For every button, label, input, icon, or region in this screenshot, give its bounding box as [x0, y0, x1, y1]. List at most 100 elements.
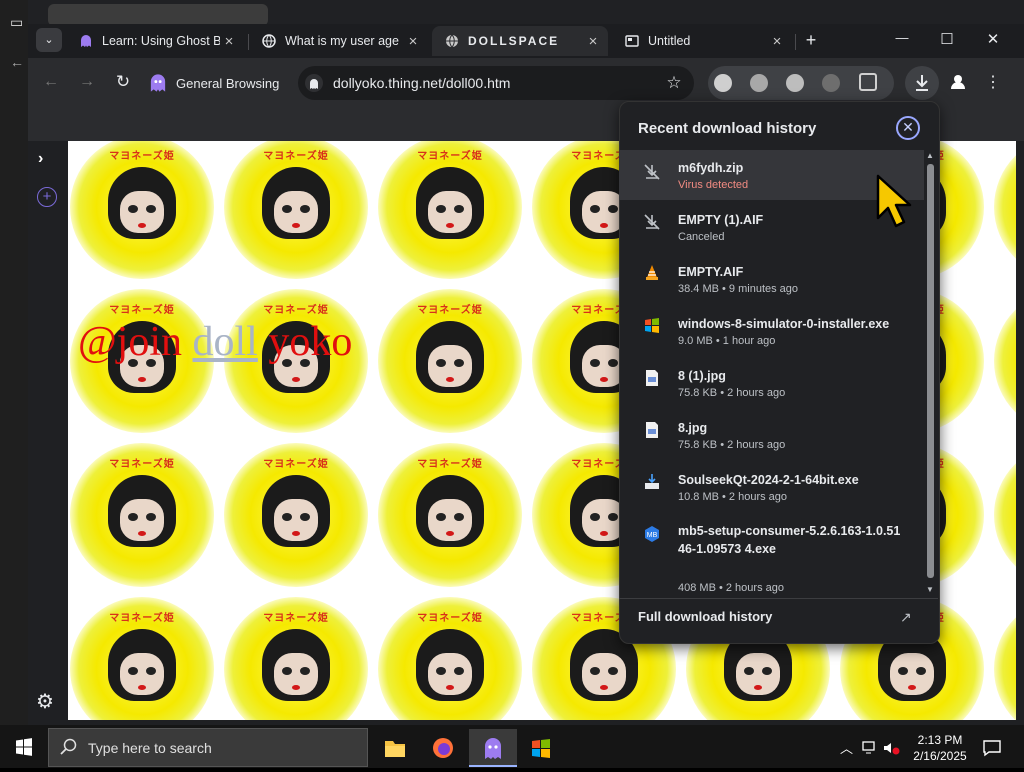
download-item[interactable]: MB mb5-setup-consumer-5.2.6.163-1.0.5146… [619, 514, 924, 598]
close-window-button[interactable]: ✕ [981, 30, 1005, 48]
extension-check-icon[interactable] [714, 74, 732, 92]
overlay-link-doll[interactable]: doll [193, 319, 258, 365]
mouse-cursor-icon [876, 174, 912, 235]
close-icon[interactable]: ✕ [896, 116, 920, 140]
network-icon[interactable] [862, 740, 880, 761]
tab-learn-ghost[interactable]: Learn: Using Ghost B × [66, 28, 244, 54]
doll-tile-image: マヨネーズ姫 [378, 289, 522, 433]
new-tab-button[interactable]: + [800, 30, 822, 51]
profile-icon[interactable] [948, 72, 968, 92]
download-name: mb5-setup-consumer-5.2.6.163-1.0.5146-1.… [678, 524, 901, 556]
reload-icon[interactable]: ↻ [112, 72, 134, 92]
download-status: 9.0 MB • 1 hour ago [678, 335, 776, 347]
search-icon [60, 738, 78, 761]
scroll-up-icon[interactable]: ▲ [926, 151, 934, 160]
windows-start-icon[interactable] [15, 738, 33, 761]
extension-puzzle-icon[interactable] [822, 74, 840, 92]
settings-gear-icon[interactable]: ⚙ [36, 689, 54, 714]
ghost-browser-taskbar-icon[interactable] [469, 729, 517, 767]
overlay-text-part: yoko [257, 319, 353, 365]
open-external-icon[interactable]: ↗ [900, 609, 912, 626]
download-name: EMPTY (1).AIF [678, 213, 764, 227]
ghost-icon [78, 33, 94, 49]
doll-tile-image: マヨネーズ姫 [378, 141, 522, 279]
download-item[interactable]: 8.jpg 75.8 KB • 2 hours ago [619, 410, 924, 460]
tab-user-agent[interactable]: What is my user age × [249, 28, 428, 54]
side-panel [28, 141, 68, 725]
tab-title: What is my user age [285, 34, 399, 48]
download-status: Virus detected [678, 179, 749, 191]
full-download-history-link[interactable]: Full download history [638, 609, 772, 624]
scrollbar-thumb[interactable] [927, 164, 934, 578]
download-item[interactable]: SoulseekQt-2024-2-1-64bit.exe 10.8 MB • … [619, 462, 924, 512]
image-file-icon [643, 369, 661, 387]
doll-tile-image: マヨネーズ姫 [378, 443, 522, 587]
windows-icon [643, 317, 661, 335]
chevron-up-icon[interactable]: ︿ [840, 738, 853, 757]
tab-title: DOLLSPACE [468, 34, 560, 48]
tab-divider [795, 34, 796, 50]
maximize-button[interactable]: ☐ [935, 30, 959, 48]
tab-untitled[interactable]: Untitled × [612, 28, 792, 54]
volume-muted-icon[interactable] [882, 740, 900, 761]
expand-panel-icon[interactable]: › [38, 150, 43, 168]
background-window-edge [0, 0, 28, 725]
tab-close-icon[interactable]: × [584, 33, 602, 50]
download-item[interactable]: EMPTY.AIF 38.4 MB • 9 minutes ago [619, 254, 924, 304]
vlc-icon [643, 264, 661, 282]
file-explorer-icon[interactable] [373, 729, 417, 767]
doll-tile-image: マヨネーズ姫 [378, 597, 522, 720]
tab-close-icon[interactable]: × [768, 33, 786, 50]
back-arrow-icon[interactable]: ← [10, 54, 24, 70]
tab-dollspace[interactable]: DOLLSPACE × [432, 26, 608, 56]
download-status: 75.8 KB • 2 hours ago [678, 387, 786, 399]
back-icon[interactable]: ← [40, 73, 62, 91]
tab-close-icon[interactable]: × [220, 33, 238, 50]
page-icon [624, 33, 640, 49]
add-space-icon[interactable]: + [37, 187, 57, 207]
tab-search-button[interactable]: ⌄ [36, 28, 62, 52]
doll-tile-image: マヨネーズ姫 [70, 141, 214, 279]
windows-simulator-icon[interactable] [519, 729, 563, 767]
extension-cat-icon[interactable] [786, 74, 804, 92]
tab-title: Untitled [648, 34, 691, 48]
background-tab [48, 4, 268, 26]
download-item[interactable]: windows-8-simulator-0-installer.exe 9.0 … [619, 306, 924, 356]
download-name: m6fydh.zip [678, 161, 744, 175]
doll-tile-image: マヨネーズ姫 [994, 289, 1016, 433]
extensions-menu-icon[interactable] [859, 73, 877, 91]
download-name: 8.jpg [678, 421, 708, 435]
doll-tile-image: マヨネーズ姫 [994, 443, 1016, 587]
taskbar-clock[interactable]: 2:13 PM 2/16/2025 [905, 732, 975, 764]
session-chip[interactable]: General Browsing [148, 67, 279, 99]
extension-refresh-icon[interactable] [750, 74, 768, 92]
image-file-icon [643, 421, 661, 439]
tab-close-icon[interactable]: × [404, 33, 422, 50]
download-name: EMPTY.AIF [678, 265, 744, 279]
divider [619, 598, 938, 599]
forward-icon[interactable]: → [76, 73, 98, 91]
download-item[interactable]: 8 (1).jpg 75.8 KB • 2 hours ago [619, 358, 924, 408]
blocked-download-icon [643, 213, 661, 231]
download-name: SoulseekQt-2024-2-1-64bit.exe [678, 473, 859, 487]
menu-icon[interactable]: ⋮ [985, 72, 1001, 92]
tab-actions-icon[interactable]: ▭ [10, 14, 23, 31]
scroll-down-icon[interactable]: ▼ [926, 585, 934, 594]
download-name: 8 (1).jpg [678, 369, 726, 383]
download-status: Canceled [678, 231, 725, 243]
installer-icon [643, 473, 661, 491]
downloads-button[interactable] [905, 66, 939, 100]
doll-tile-image: マヨネーズ姫 [70, 443, 214, 587]
download-status: 10.8 MB • 2 hours ago [678, 491, 788, 503]
doll-tile-image: マヨネーズ姫 [994, 597, 1016, 720]
svg-text:MB: MB [647, 532, 658, 539]
page-overlay-text[interactable]: @join doll yoko [78, 318, 352, 366]
site-info-icon[interactable] [305, 74, 323, 92]
minimize-button[interactable]: — [890, 30, 914, 45]
download-icon [916, 75, 928, 91]
clock-date: 2/16/2025 [913, 749, 967, 763]
notifications-icon[interactable] [982, 739, 1002, 762]
bookmark-star-icon[interactable]: ☆ [664, 73, 684, 93]
session-label: General Browsing [176, 75, 280, 91]
firefox-icon[interactable] [421, 729, 465, 767]
